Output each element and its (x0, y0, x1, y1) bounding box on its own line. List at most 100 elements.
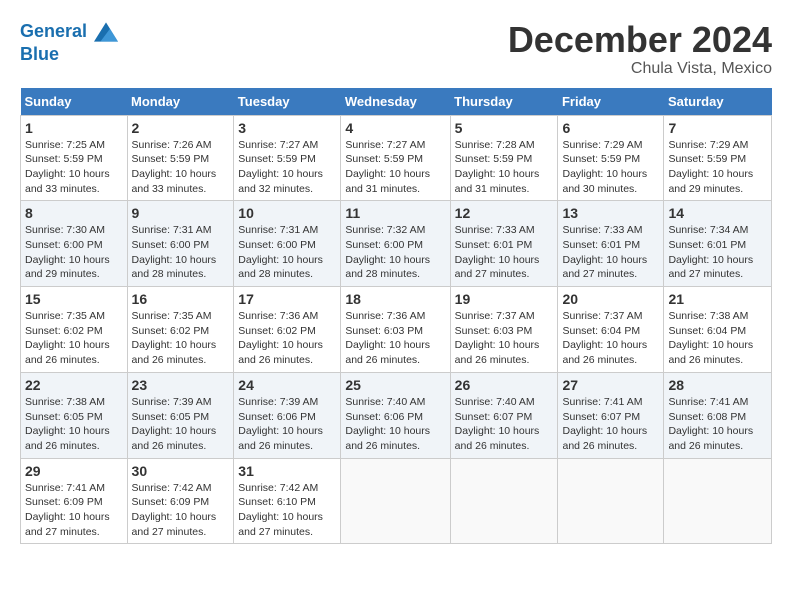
month-title: December 2024 (508, 20, 772, 60)
day-info: Sunrise: 7:32 AMSunset: 6:00 PMDaylight:… (345, 223, 445, 282)
day-number: 24 (238, 377, 336, 393)
calendar-cell: 26 Sunrise: 7:40 AMSunset: 6:07 PMDaylig… (450, 372, 558, 458)
day-info: Sunrise: 7:35 AMSunset: 6:02 PMDaylight:… (25, 309, 123, 368)
calendar-cell: 15 Sunrise: 7:35 AMSunset: 6:02 PMDaylig… (21, 287, 128, 373)
calendar-week-row: 22 Sunrise: 7:38 AMSunset: 6:05 PMDaylig… (21, 372, 772, 458)
calendar-cell: 7 Sunrise: 7:29 AMSunset: 5:59 PMDayligh… (664, 115, 772, 201)
day-number: 23 (132, 377, 230, 393)
day-info: Sunrise: 7:27 AMSunset: 5:59 PMDaylight:… (238, 138, 336, 197)
day-number: 20 (562, 291, 659, 307)
calendar-cell: 2 Sunrise: 7:26 AMSunset: 5:59 PMDayligh… (127, 115, 234, 201)
day-number: 9 (132, 205, 230, 221)
day-info: Sunrise: 7:39 AMSunset: 6:05 PMDaylight:… (132, 395, 230, 454)
calendar-cell: 4 Sunrise: 7:27 AMSunset: 5:59 PMDayligh… (341, 115, 450, 201)
day-number: 25 (345, 377, 445, 393)
calendar-cell (558, 458, 664, 544)
logo: General Blue (20, 20, 118, 66)
day-info: Sunrise: 7:28 AMSunset: 5:59 PMDaylight:… (455, 138, 554, 197)
day-info: Sunrise: 7:37 AMSunset: 6:03 PMDaylight:… (455, 309, 554, 368)
day-number: 1 (25, 120, 123, 136)
day-number: 30 (132, 463, 230, 479)
weekday-header-sunday: Sunday (21, 88, 128, 116)
logo-icon (94, 20, 118, 44)
calendar-week-row: 8 Sunrise: 7:30 AMSunset: 6:00 PMDayligh… (21, 201, 772, 287)
weekday-header-thursday: Thursday (450, 88, 558, 116)
day-number: 17 (238, 291, 336, 307)
calendar-week-row: 1 Sunrise: 7:25 AMSunset: 5:59 PMDayligh… (21, 115, 772, 201)
day-info: Sunrise: 7:41 AMSunset: 6:08 PMDaylight:… (668, 395, 767, 454)
calendar-cell: 24 Sunrise: 7:39 AMSunset: 6:06 PMDaylig… (234, 372, 341, 458)
calendar-cell: 22 Sunrise: 7:38 AMSunset: 6:05 PMDaylig… (21, 372, 128, 458)
calendar-cell: 11 Sunrise: 7:32 AMSunset: 6:00 PMDaylig… (341, 201, 450, 287)
calendar-cell: 14 Sunrise: 7:34 AMSunset: 6:01 PMDaylig… (664, 201, 772, 287)
calendar-cell (450, 458, 558, 544)
day-info: Sunrise: 7:27 AMSunset: 5:59 PMDaylight:… (345, 138, 445, 197)
day-info: Sunrise: 7:37 AMSunset: 6:04 PMDaylight:… (562, 309, 659, 368)
day-number: 3 (238, 120, 336, 136)
calendar-week-row: 15 Sunrise: 7:35 AMSunset: 6:02 PMDaylig… (21, 287, 772, 373)
day-info: Sunrise: 7:41 AMSunset: 6:07 PMDaylight:… (562, 395, 659, 454)
day-number: 16 (132, 291, 230, 307)
day-info: Sunrise: 7:39 AMSunset: 6:06 PMDaylight:… (238, 395, 336, 454)
day-number: 28 (668, 377, 767, 393)
day-number: 15 (25, 291, 123, 307)
location: Chula Vista, Mexico (508, 60, 772, 78)
calendar-header-row: SundayMondayTuesdayWednesdayThursdayFrid… (21, 88, 772, 116)
calendar-cell: 8 Sunrise: 7:30 AMSunset: 6:00 PMDayligh… (21, 201, 128, 287)
day-info: Sunrise: 7:29 AMSunset: 5:59 PMDaylight:… (562, 138, 659, 197)
calendar-cell: 17 Sunrise: 7:36 AMSunset: 6:02 PMDaylig… (234, 287, 341, 373)
day-info: Sunrise: 7:42 AMSunset: 6:10 PMDaylight:… (238, 481, 336, 540)
day-info: Sunrise: 7:34 AMSunset: 6:01 PMDaylight:… (668, 223, 767, 282)
day-info: Sunrise: 7:35 AMSunset: 6:02 PMDaylight:… (132, 309, 230, 368)
calendar-cell: 3 Sunrise: 7:27 AMSunset: 5:59 PMDayligh… (234, 115, 341, 201)
calendar-cell: 29 Sunrise: 7:41 AMSunset: 6:09 PMDaylig… (21, 458, 128, 544)
day-info: Sunrise: 7:40 AMSunset: 6:07 PMDaylight:… (455, 395, 554, 454)
day-info: Sunrise: 7:26 AMSunset: 5:59 PMDaylight:… (132, 138, 230, 197)
day-info: Sunrise: 7:40 AMSunset: 6:06 PMDaylight:… (345, 395, 445, 454)
day-number: 4 (345, 120, 445, 136)
day-number: 11 (345, 205, 445, 221)
calendar-cell (664, 458, 772, 544)
day-info: Sunrise: 7:36 AMSunset: 6:02 PMDaylight:… (238, 309, 336, 368)
day-info: Sunrise: 7:38 AMSunset: 6:05 PMDaylight:… (25, 395, 123, 454)
day-number: 18 (345, 291, 445, 307)
logo-text: General (20, 20, 118, 44)
day-info: Sunrise: 7:36 AMSunset: 6:03 PMDaylight:… (345, 309, 445, 368)
calendar-cell (341, 458, 450, 544)
title-block: December 2024 Chula Vista, Mexico (508, 20, 772, 78)
day-number: 10 (238, 205, 336, 221)
day-number: 27 (562, 377, 659, 393)
calendar-cell: 28 Sunrise: 7:41 AMSunset: 6:08 PMDaylig… (664, 372, 772, 458)
weekday-header-wednesday: Wednesday (341, 88, 450, 116)
calendar-cell: 1 Sunrise: 7:25 AMSunset: 5:59 PMDayligh… (21, 115, 128, 201)
day-number: 5 (455, 120, 554, 136)
calendar-cell: 23 Sunrise: 7:39 AMSunset: 6:05 PMDaylig… (127, 372, 234, 458)
day-info: Sunrise: 7:30 AMSunset: 6:00 PMDaylight:… (25, 223, 123, 282)
calendar-cell: 25 Sunrise: 7:40 AMSunset: 6:06 PMDaylig… (341, 372, 450, 458)
calendar-cell: 13 Sunrise: 7:33 AMSunset: 6:01 PMDaylig… (558, 201, 664, 287)
weekday-header-saturday: Saturday (664, 88, 772, 116)
day-number: 19 (455, 291, 554, 307)
day-number: 8 (25, 205, 123, 221)
calendar-cell: 30 Sunrise: 7:42 AMSunset: 6:09 PMDaylig… (127, 458, 234, 544)
calendar-cell: 10 Sunrise: 7:31 AMSunset: 6:00 PMDaylig… (234, 201, 341, 287)
day-number: 2 (132, 120, 230, 136)
day-info: Sunrise: 7:33 AMSunset: 6:01 PMDaylight:… (455, 223, 554, 282)
day-info: Sunrise: 7:31 AMSunset: 6:00 PMDaylight:… (132, 223, 230, 282)
weekday-header-friday: Friday (558, 88, 664, 116)
day-number: 29 (25, 463, 123, 479)
logo-blue: Blue (20, 44, 118, 66)
day-number: 7 (668, 120, 767, 136)
calendar-week-row: 29 Sunrise: 7:41 AMSunset: 6:09 PMDaylig… (21, 458, 772, 544)
day-number: 31 (238, 463, 336, 479)
calendar-cell: 31 Sunrise: 7:42 AMSunset: 6:10 PMDaylig… (234, 458, 341, 544)
day-info: Sunrise: 7:25 AMSunset: 5:59 PMDaylight:… (25, 138, 123, 197)
weekday-header-monday: Monday (127, 88, 234, 116)
day-number: 22 (25, 377, 123, 393)
calendar-cell: 12 Sunrise: 7:33 AMSunset: 6:01 PMDaylig… (450, 201, 558, 287)
day-info: Sunrise: 7:41 AMSunset: 6:09 PMDaylight:… (25, 481, 123, 540)
page-header: General Blue December 2024 Chula Vista, … (20, 20, 772, 78)
calendar-cell: 21 Sunrise: 7:38 AMSunset: 6:04 PMDaylig… (664, 287, 772, 373)
calendar-cell: 27 Sunrise: 7:41 AMSunset: 6:07 PMDaylig… (558, 372, 664, 458)
calendar-cell: 19 Sunrise: 7:37 AMSunset: 6:03 PMDaylig… (450, 287, 558, 373)
